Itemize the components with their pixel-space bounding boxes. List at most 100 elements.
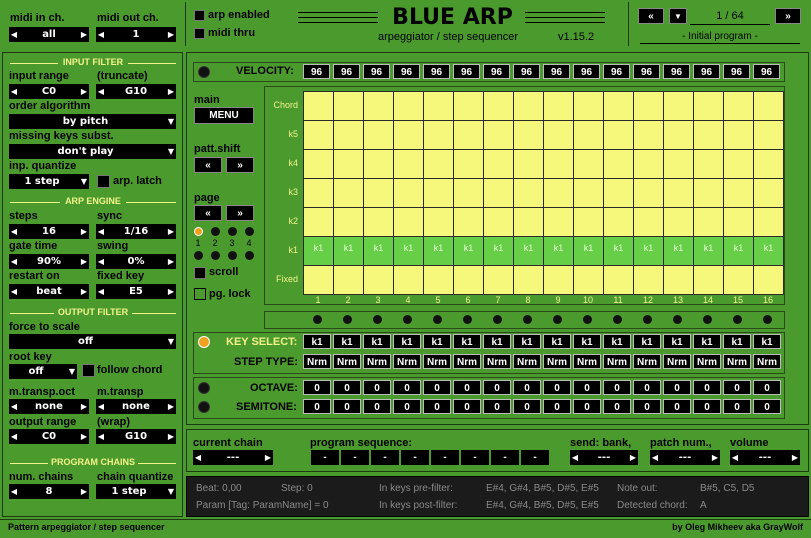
step-cell[interactable]	[633, 207, 664, 237]
arrow-left-icon[interactable]: ◀	[9, 484, 19, 499]
sync-select[interactable]: ◀ 1/16 ▶	[96, 224, 176, 239]
step-cell[interactable]	[393, 120, 424, 150]
step-cell[interactable]	[423, 265, 454, 295]
input-range-low[interactable]: ◀ C0 ▶	[9, 84, 89, 99]
gate-time-select[interactable]: ◀ 90% ▶	[9, 254, 89, 269]
program-name[interactable]: - Initial program -	[640, 31, 800, 42]
step-type-value[interactable]: Nrm	[483, 354, 511, 369]
step-cell[interactable]	[303, 120, 334, 150]
step-cell[interactable]	[603, 207, 634, 237]
step-cell[interactable]	[663, 120, 694, 150]
step-cell[interactable]	[633, 265, 664, 295]
step-cell[interactable]	[423, 120, 454, 150]
arp-latch-checkbox[interactable]	[97, 175, 110, 188]
key-select-value[interactable]: k1	[753, 334, 781, 349]
page-left-button[interactable]: «	[194, 205, 222, 221]
arrow-right-icon[interactable]: ▶	[79, 399, 89, 414]
step-cell[interactable]	[753, 149, 784, 179]
midi-thru-checkbox[interactable]	[194, 28, 205, 39]
velocity-value[interactable]: 96	[303, 64, 330, 79]
arrow-left-icon[interactable]: ◀	[9, 429, 19, 444]
transp-oct-select[interactable]: ◀ none ▶	[9, 399, 89, 414]
arrow-right-icon[interactable]: ▶	[79, 429, 89, 444]
steps-select[interactable]: ◀ 16 ▶	[9, 224, 89, 239]
num-chains-select[interactable]: ◀ 8 ▶	[9, 484, 89, 499]
pg-lock-checkbox[interactable]	[194, 288, 206, 300]
force-scale-dropdown[interactable]: off ▼	[9, 334, 176, 349]
step-cell[interactable]	[603, 120, 634, 150]
step-cell[interactable]	[753, 265, 784, 295]
key-select-led[interactable]	[198, 336, 210, 348]
step-cell[interactable]	[513, 178, 544, 208]
arrow-left-icon[interactable]: ◀	[9, 254, 19, 269]
step-cell[interactable]	[543, 265, 574, 295]
output-range-low[interactable]: ◀ C0 ▶	[9, 429, 89, 444]
arrow-left-icon[interactable]: ◀	[730, 450, 740, 465]
output-range-high[interactable]: ◀ G10 ▶	[96, 429, 176, 444]
step-cell[interactable]	[543, 149, 574, 179]
key-select-value[interactable]: k1	[513, 334, 541, 349]
octave-value[interactable]: 0	[513, 380, 541, 395]
step-cell[interactable]	[543, 178, 574, 208]
arrow-left-icon[interactable]: ◀	[96, 84, 106, 99]
scroll-checkbox[interactable]	[194, 267, 206, 279]
arrow-right-icon[interactable]: ▶	[628, 450, 638, 465]
semitone-value[interactable]: 0	[333, 399, 361, 414]
step-type-value[interactable]: Nrm	[363, 354, 391, 369]
page-right-button[interactable]: »	[226, 205, 254, 221]
step-cell[interactable]	[423, 149, 454, 179]
velocity-value[interactable]: 96	[393, 64, 420, 79]
step-cell[interactable]	[483, 91, 514, 121]
order-dropdown[interactable]: by pitch ▼	[9, 114, 176, 129]
step-cell[interactable]	[453, 120, 484, 150]
step-cell[interactable]	[333, 120, 364, 150]
next-program-button[interactable]: »	[775, 8, 801, 24]
step-cell-active[interactable]: k1	[753, 236, 784, 266]
step-cell-active[interactable]: k1	[513, 236, 544, 266]
semitone-value[interactable]: 0	[753, 399, 781, 414]
arrow-right-icon[interactable]: ▶	[166, 27, 176, 42]
key-select-value[interactable]: k1	[363, 334, 391, 349]
step-cell[interactable]	[363, 207, 394, 237]
step-type-value[interactable]: Nrm	[753, 354, 781, 369]
step-type-value[interactable]: Nrm	[543, 354, 571, 369]
step-cell[interactable]	[693, 207, 724, 237]
key-select-value[interactable]: k1	[423, 334, 451, 349]
restart-select[interactable]: ◀ beat ▶	[9, 284, 89, 299]
velocity-value[interactable]: 96	[513, 64, 540, 79]
step-cell[interactable]	[363, 178, 394, 208]
patt-shift-left-button[interactable]: «	[194, 157, 222, 173]
step-type-value[interactable]: Nrm	[693, 354, 721, 369]
prev-program-button[interactable]: «	[638, 8, 664, 24]
step-cell[interactable]	[363, 149, 394, 179]
step-type-value[interactable]: Nrm	[573, 354, 601, 369]
octave-value[interactable]: 0	[303, 380, 331, 395]
chain-quantize-dropdown[interactable]: 1 step ▼	[96, 484, 176, 499]
step-cell-active[interactable]: k1	[543, 236, 574, 266]
step-cell[interactable]	[513, 120, 544, 150]
arrow-left-icon[interactable]: ◀	[9, 84, 19, 99]
arrow-right-icon[interactable]: ▶	[79, 284, 89, 299]
step-cell-active[interactable]: k1	[453, 236, 484, 266]
arrow-left-icon[interactable]: ◀	[9, 27, 19, 42]
step-cell-active[interactable]: k1	[333, 236, 364, 266]
step-cell[interactable]	[303, 149, 334, 179]
step-cell-active[interactable]: k1	[483, 236, 514, 266]
velocity-value[interactable]: 96	[483, 64, 510, 79]
octave-value[interactable]: 0	[393, 380, 421, 395]
midi-in-select[interactable]: ◀ all ▶	[9, 27, 89, 42]
semitone-value[interactable]: 0	[483, 399, 511, 414]
step-cell[interactable]	[453, 265, 484, 295]
semitone-value[interactable]: 0	[723, 399, 751, 414]
step-cell[interactable]	[753, 178, 784, 208]
step-cell[interactable]	[663, 207, 694, 237]
step-type-value[interactable]: Nrm	[303, 354, 331, 369]
velocity-value[interactable]: 96	[423, 64, 450, 79]
step-type-value[interactable]: Nrm	[333, 354, 361, 369]
velocity-value[interactable]: 96	[543, 64, 570, 79]
program-sequence-slot[interactable]: -	[431, 450, 459, 465]
step-cell[interactable]	[663, 265, 694, 295]
velocity-value[interactable]: 96	[663, 64, 690, 79]
step-cell[interactable]	[453, 149, 484, 179]
step-cell[interactable]	[723, 265, 754, 295]
